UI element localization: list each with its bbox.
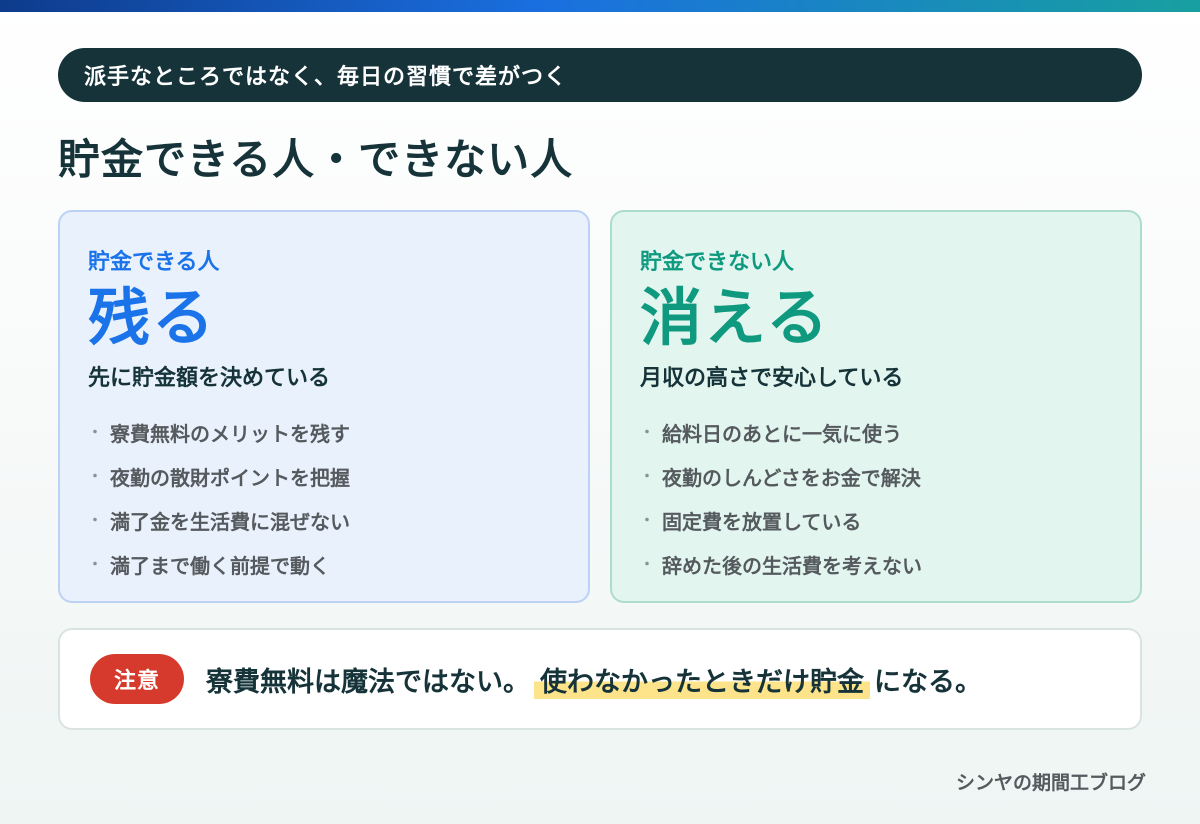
- list-item: ・辞めた後の生活費を考えない: [640, 542, 1112, 586]
- card-subtitle: 貯金できる人: [88, 250, 220, 275]
- list-item-text: 固定費を放置している: [662, 509, 862, 534]
- list-item: ・固定費を放置している: [640, 498, 1112, 542]
- bullet-icon: ・: [88, 469, 102, 486]
- bullet-icon: ・: [640, 425, 654, 442]
- card-lead-text: 月収の高さで安心している: [640, 366, 904, 392]
- list-item: ・夜勤のしんどさをお金で解決: [640, 454, 1112, 498]
- warning-note: 注意 寮費無料は魔法ではない。 使わなかったときだけ貯金 になる。: [58, 628, 1142, 730]
- list-item-text: 夜勤の散財ポイントを把握: [110, 465, 350, 490]
- card-keyword: 残る: [88, 281, 217, 354]
- card-bullet-list: ・寮費無料のメリットを残す ・夜勤の散財ポイントを把握 ・満了金を生活費に混ぜな…: [88, 410, 560, 586]
- list-item-text: 満了まで働く前提で動く: [110, 553, 330, 578]
- bullet-icon: ・: [640, 513, 654, 530]
- card-cannot-save: 貯金できない人 消える 月収の高さで安心している ・給料日のあとに一気に使う ・…: [610, 210, 1142, 603]
- list-item: ・夜勤の散財ポイントを把握: [88, 454, 560, 498]
- list-item-text: 給料日のあとに一気に使う: [662, 421, 902, 446]
- list-item: ・満了まで働く前提で動く: [88, 542, 560, 586]
- bullet-icon: ・: [88, 513, 102, 530]
- bullet-icon: ・: [88, 557, 102, 574]
- list-item: ・給料日のあとに一気に使う: [640, 410, 1112, 454]
- warning-badge: 注意: [90, 654, 184, 704]
- card-bullet-list: ・給料日のあとに一気に使う ・夜勤のしんどさをお金で解決 ・固定費を放置している…: [640, 410, 1112, 586]
- tagline-text: 派手なところではなく、毎日の習慣で差がつく: [84, 65, 568, 90]
- list-item-text: 寮費無料のメリットを残す: [110, 421, 350, 446]
- warning-text-highlight: 使わなかったときだけ貯金: [534, 659, 870, 699]
- list-item-text: 満了金を生活費に混ぜない: [110, 509, 350, 534]
- card-lead-text: 先に貯金額を決めている: [88, 366, 331, 392]
- top-accent-bar: [0, 0, 1200, 12]
- warning-text-before: 寮費無料は魔法ではない。: [206, 666, 530, 698]
- list-item-text: 辞めた後の生活費を考えない: [662, 553, 922, 578]
- bullet-icon: ・: [640, 469, 654, 486]
- page-title: 貯金できる人・できない人: [58, 135, 574, 184]
- footer-brand: シンヤの期間工ブログ: [955, 772, 1146, 794]
- card-subtitle: 貯金できない人: [640, 250, 795, 275]
- bullet-icon: ・: [640, 557, 654, 574]
- card-keyword: 消える: [640, 281, 831, 354]
- warning-text-after: になる。: [874, 666, 982, 698]
- list-item: ・満了金を生活費に混ぜない: [88, 498, 560, 542]
- bullet-icon: ・: [88, 425, 102, 442]
- tagline-banner: 派手なところではなく、毎日の習慣で差がつく: [58, 48, 1142, 102]
- list-item-text: 夜勤のしんどさをお金で解決: [662, 465, 921, 490]
- card-can-save: 貯金できる人 残る 先に貯金額を決めている ・寮費無料のメリットを残す ・夜勤の…: [58, 210, 590, 603]
- warning-text: 寮費無料は魔法ではない。 使わなかったときだけ貯金 になる。: [206, 659, 982, 699]
- list-item: ・寮費無料のメリットを残す: [88, 410, 560, 454]
